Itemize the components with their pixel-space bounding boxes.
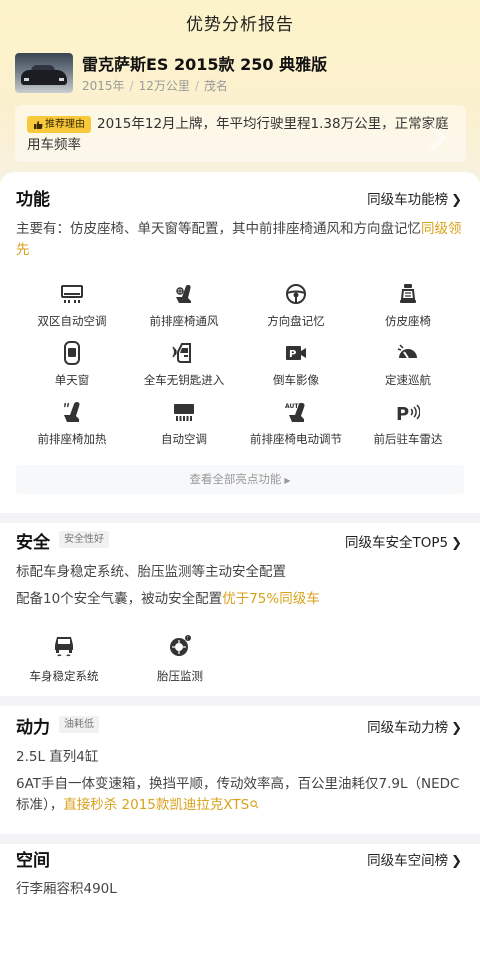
feature-label: 仿皮座椅 — [385, 314, 431, 328]
feature-item-keyless-entry[interactable]: 全车无钥匙进入 — [128, 339, 240, 398]
feature-item-reverse-camera[interactable]: P 倒车影像 — [240, 339, 352, 398]
parking-radar-icon: P — [396, 404, 420, 424]
safety-line1: 标配车身稳定系统、胎压监测等主动安全配置 — [16, 564, 286, 580]
feature-item-steering-memory[interactable]: 方向盘记忆 — [240, 280, 352, 339]
search-icon — [250, 800, 259, 809]
safety-title: 安全 — [16, 533, 50, 553]
space-rank-link-label: 同级车空间榜 — [367, 853, 449, 869]
steering-wheel-memory-icon — [286, 284, 306, 304]
view-all-label: 查看全部亮点功能 — [189, 472, 282, 486]
feature-label: 自动空调 — [161, 432, 207, 446]
feature-label: 方向盘记忆 — [267, 314, 325, 328]
chevron-right-icon: ❯ — [451, 721, 462, 736]
sunroof-icon — [64, 341, 80, 365]
safety-rank-link[interactable]: 同级车安全TOP5 ❯ — [345, 531, 462, 551]
recommend-reason-box: 2015年12月上牌，年平均行驶里程1.38万公里，正常家庭用车频率 推荐理由 — [15, 105, 466, 162]
feature-grid: 双区自动空调 前排座椅通风 方向盘记忆 仿皮座椅 单天窗 全车无钥匙进入 P 倒… — [16, 280, 464, 457]
power-compare-link[interactable]: 直接秒杀 2015款凯迪拉克XTS — [63, 797, 259, 813]
stability-control-icon — [55, 637, 73, 657]
car-thumbnail[interactable] — [15, 53, 73, 93]
keyless-entry-icon — [172, 343, 191, 363]
svg-text:!: ! — [187, 636, 189, 641]
feature-item-seat-ventilation[interactable]: 前排座椅通风 — [128, 280, 240, 339]
power-rank-link-label: 同级车动力榜 — [367, 720, 449, 736]
function-rank-link-label: 同级车功能榜 — [367, 192, 449, 208]
svg-text:P: P — [396, 404, 409, 424]
auto-ac-icon — [174, 404, 194, 421]
feature-label: 定速巡航 — [385, 373, 431, 387]
feature-item-sunroof[interactable]: 单天窗 — [16, 339, 128, 398]
chevron-right-icon: ❯ — [451, 193, 462, 208]
dual-zone-ac-icon — [61, 285, 83, 303]
section-divider — [0, 513, 480, 523]
view-all-features-button[interactable]: 查看全部亮点功能 ▶ — [16, 465, 464, 494]
safety-rank-link-label: 同级车安全TOP5 — [344, 535, 449, 551]
power-desc: 6AT手自一体变速箱，换挡平顺，传动效率高，百公里油耗仅7.9L（NEDC标准）… — [16, 774, 464, 816]
feature-item-seat-heating[interactable]: 前排座椅加热 — [16, 398, 128, 457]
feature-label: 双区自动空调 — [37, 314, 107, 328]
safety-item-stability[interactable]: 车身稳定系统 — [16, 634, 112, 684]
power-engine: 2.5L 直列4缸 — [16, 749, 99, 765]
chevron-right-icon: ❯ — [451, 536, 462, 551]
car-meta: 2015年/12万公里 / 茂名 — [82, 79, 228, 93]
function-title: 功能 — [16, 190, 50, 210]
feature-item-auto-ac[interactable]: 自动空调 — [128, 398, 240, 457]
function-desc: 主要有：仿皮座椅、单天窗等配置，其中前排座椅通风和方向盘记忆同级领先 — [16, 219, 466, 261]
feature-item-parking-radar[interactable]: P 前后驻车雷达 — [352, 398, 464, 457]
car-city: 茂名 — [203, 79, 228, 93]
recommend-tag: 推荐理由 — [27, 116, 91, 133]
safety-line2-highlight: 优于75%同级车 — [222, 591, 320, 607]
function-rank-link[interactable]: 同级车功能榜 ❯ — [367, 188, 462, 208]
section-divider — [0, 696, 480, 706]
page-title: 优势分析报告 — [186, 15, 294, 35]
tire-pressure-icon: ! — [170, 635, 191, 656]
triangle-right-icon: ▶ — [284, 476, 291, 485]
feature-item-leather-seat[interactable]: 仿皮座椅 — [352, 280, 464, 339]
recommend-reason-text: 2015年12月上牌，年平均行驶里程1.38万公里，正常家庭用车频率 — [27, 116, 449, 153]
safety-line2-text: 配备10个安全气囊，被动安全配置 — [16, 591, 223, 607]
feature-item-dual-zone-ac[interactable]: 双区自动空调 — [16, 280, 128, 339]
car-name: 雷克萨斯ES 2015款 250 典雅版 — [82, 55, 328, 74]
safety-item-label: 胎压监测 — [157, 669, 203, 683]
safety-item-label: 车身稳定系统 — [29, 669, 99, 683]
power-seat-icon: AUTO — [285, 402, 305, 422]
feature-label: 全车无钥匙进入 — [143, 373, 225, 387]
car-mileage: 12万公里 — [138, 79, 190, 93]
power-title: 动力 — [16, 718, 50, 738]
feature-label: 前排座椅通风 — [149, 314, 219, 328]
seat-ventilation-icon — [176, 285, 191, 303]
feature-item-cruise-control[interactable]: 定速巡航 — [352, 339, 464, 398]
space-trunk: 行李厢容积490L — [16, 881, 117, 897]
reverse-camera-icon: P — [286, 346, 306, 360]
power-compare-text: 直接秒杀 2015款凯迪拉克XTS — [63, 797, 250, 813]
safety-item-tire-pressure[interactable]: ! 胎压监测 — [132, 634, 228, 684]
thumbs-up-icon — [34, 120, 43, 129]
car-year: 2015年 — [82, 79, 125, 93]
space-rank-link[interactable]: 同级车空间榜 ❯ — [367, 849, 462, 869]
chevron-right-icon: ❯ — [451, 854, 462, 869]
function-desc-text: 主要有：仿皮座椅、单天窗等配置，其中前排座椅通风和方向盘记忆 — [16, 221, 421, 237]
space-title: 空间 — [16, 851, 50, 871]
section-divider — [0, 834, 480, 844]
seat-heating-icon — [63, 402, 80, 422]
decor-chevron-icon — [427, 125, 447, 151]
power-badge: 油耗低 — [59, 716, 99, 733]
safety-badge: 安全性好 — [59, 531, 109, 548]
feature-label: 单天窗 — [54, 373, 90, 387]
cruise-control-icon — [397, 344, 417, 359]
leather-seat-icon — [400, 284, 416, 303]
svg-text:P: P — [289, 349, 296, 360]
feature-label: 前排座椅加热 — [37, 432, 107, 446]
power-rank-link[interactable]: 同级车动力榜 ❯ — [367, 716, 462, 736]
feature-item-power-seat[interactable]: AUTO 前排座椅电动调节 — [240, 398, 352, 457]
feature-label: 前排座椅电动调节 — [250, 432, 342, 446]
feature-label: 倒车影像 — [273, 373, 319, 387]
safety-line2: 配备10个安全气囊，被动安全配置优于75%同级车 — [16, 589, 320, 610]
feature-label: 前后驻车雷达 — [373, 432, 443, 446]
recommend-tag-label: 推荐理由 — [45, 119, 85, 130]
